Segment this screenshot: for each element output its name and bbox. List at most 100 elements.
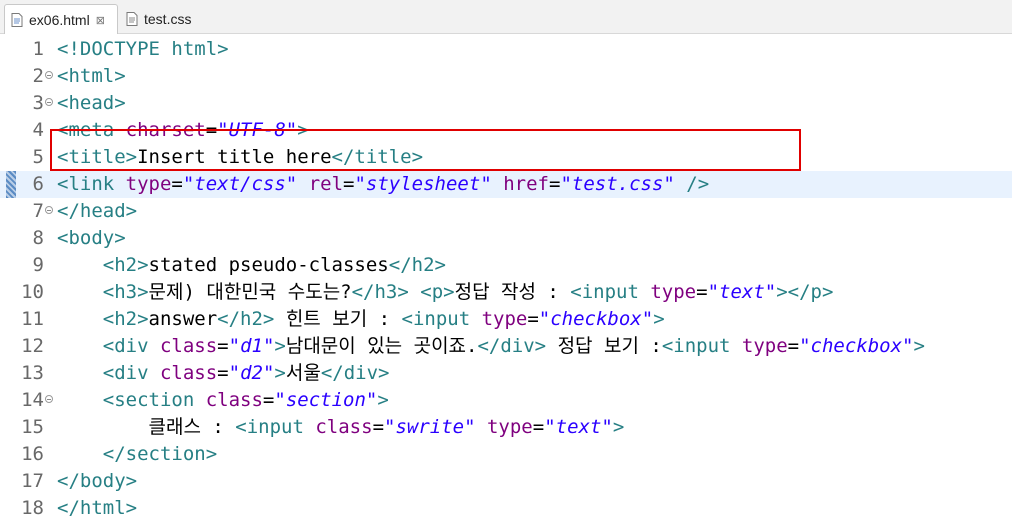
code-text: <body> — [57, 225, 126, 252]
line-number: 13 — [21, 362, 44, 384]
code-line[interactable]: 11 <h2>answer</h2> 힌트 보기 : <input type="… — [0, 306, 1012, 333]
code-text: 클래스 : <input class="swrite" type="text"> — [57, 414, 625, 441]
code-token: = — [372, 416, 385, 438]
code-line[interactable]: 7 </head> — [0, 198, 1012, 225]
code-line[interactable]: 6 <link type="text/css" rel="stylesheet" … — [0, 171, 1012, 198]
line-number: 5 — [32, 146, 44, 168]
code-text: <html> — [57, 63, 126, 90]
close-icon[interactable]: ⊠ — [96, 14, 105, 27]
code-token: </h2> — [217, 308, 275, 330]
code-text: </head> — [57, 198, 137, 225]
code-line[interactable]: 8 <body> — [0, 225, 1012, 252]
code-token: > — [377, 389, 389, 411]
code-token: "text" — [544, 416, 613, 438]
code-token: = — [262, 389, 275, 411]
code-token: <!DOCTYPE html> — [57, 38, 229, 60]
fold-toggle-icon[interactable] — [45, 206, 53, 214]
code-token: "section" — [274, 389, 378, 411]
code-token: ></p> — [776, 281, 834, 303]
highlight-box — [50, 129, 801, 171]
code-token: </body> — [57, 470, 138, 492]
code-token: "checkbox" — [799, 335, 914, 357]
code-token: </div> — [477, 335, 547, 357]
code-line[interactable]: 18 </html> — [0, 495, 1012, 522]
code-token: > — [274, 362, 286, 384]
code-token: 힌트 보기 : — [274, 308, 402, 330]
code-token: "text" — [707, 281, 777, 303]
code-line[interactable]: 3 <head> — [0, 90, 1012, 117]
code-text: <h2>answer</h2> 힌트 보기 : <input type="che… — [57, 306, 665, 333]
code-token: = — [787, 335, 800, 357]
code-line[interactable]: 1 <!DOCTYPE html> — [0, 36, 1012, 63]
code-line[interactable]: 13 <div class="d2">서울</div> — [0, 360, 1012, 387]
fold-toggle-icon[interactable] — [45, 71, 53, 79]
code-token: </section> — [102, 443, 218, 465]
code-line[interactable]: 9 <h2>stated pseudo-classes</h2> — [0, 252, 1012, 279]
code-token: = — [343, 173, 355, 195]
code-token: <input — [661, 335, 742, 357]
code-token: /> — [686, 173, 710, 195]
line-number: 10 — [21, 281, 44, 303]
code-token: "stylesheet" — [354, 173, 492, 195]
line-number: 7 — [32, 200, 44, 222]
code-token: type — [741, 335, 788, 357]
code-editor[interactable]: 1 <!DOCTYPE html> 2 <html> 3 <head> 4 <meta cha… — [0, 34, 1012, 527]
code-text: <div class="d2">서울</div> — [57, 360, 390, 387]
code-token: answer — [148, 308, 218, 330]
code-token: <body> — [57, 227, 126, 249]
code-text: <h3>문제) 대한민국 수도는?</h3> <p>정답 작성 : <input… — [57, 279, 834, 306]
fold-toggle-icon[interactable] — [45, 98, 53, 106]
tab-ex06-html[interactable]: ex06.html ⊠ — [4, 4, 118, 35]
line-number: 18 — [21, 497, 44, 519]
code-token: </html> — [57, 497, 138, 519]
code-token: = — [696, 281, 708, 303]
code-token: 서울 — [285, 362, 321, 384]
code-token: "d1" — [228, 335, 275, 357]
code-token: class — [159, 362, 218, 384]
tab-test-css[interactable]: test.css — [120, 4, 200, 34]
code-token: 정답 작성 : — [454, 281, 571, 303]
fold-toggle-icon[interactable] — [45, 395, 53, 403]
code-token: <input — [401, 308, 482, 330]
code-token: "text/css" — [182, 173, 298, 195]
line-number: 17 — [21, 470, 44, 492]
code-token: rel — [308, 173, 344, 195]
code-token: <h3> — [102, 281, 149, 303]
code-token: </h3> — [351, 281, 409, 303]
code-line[interactable]: 10 <h3>문제) 대한민국 수도는?</h3> <p>정답 작성 : <in… — [0, 279, 1012, 306]
code-token: <p> — [420, 281, 455, 303]
code-line[interactable]: 16 </section> — [0, 441, 1012, 468]
code-text: <section class="section"> — [57, 387, 389, 414]
line-number: 12 — [21, 335, 44, 357]
code-line[interactable]: 15 클래스 : <input class="swrite" type="tex… — [0, 414, 1012, 441]
code-token: <div — [102, 335, 160, 357]
code-token: </div> — [320, 362, 390, 384]
code-token: type — [486, 416, 533, 438]
code-token: "test.css" — [560, 173, 675, 195]
code-token: <head> — [57, 92, 126, 114]
code-line[interactable]: 12 <div class="d1">남대문이 있는 곳이죠.</div> 정답… — [0, 333, 1012, 360]
code-line[interactable]: 14 <section class="section"> — [0, 387, 1012, 414]
code-token: 남대문이 있는 곳이죠. — [285, 335, 478, 357]
line-number: 3 — [32, 92, 44, 114]
code-line[interactable]: 2 <html> — [0, 63, 1012, 90]
line-number: 9 — [32, 254, 44, 276]
code-token: <input — [235, 416, 316, 438]
code-text: <h2>stated pseudo-classes</h2> — [57, 252, 446, 279]
code-token: <h2> — [102, 254, 149, 276]
code-token: <input — [570, 281, 651, 303]
code-token: <h2> — [102, 308, 149, 330]
tab-label: test.css — [144, 11, 192, 27]
code-line[interactable]: 17 </body> — [0, 468, 1012, 495]
editor-tab-bar: ex06.html ⊠ test.css — [0, 0, 1012, 35]
code-token: > — [653, 308, 665, 330]
line-number: 15 — [21, 416, 44, 438]
code-token: = — [217, 362, 229, 384]
